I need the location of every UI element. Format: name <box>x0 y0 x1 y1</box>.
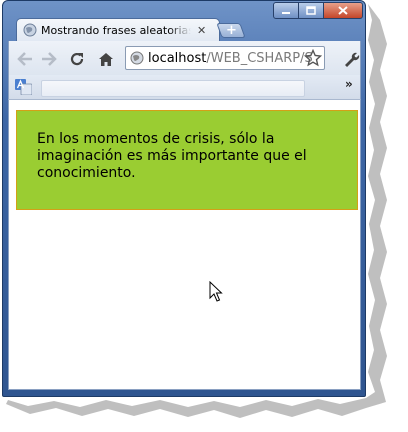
bookmarks-overflow-button[interactable]: » <box>345 77 353 91</box>
browser-window: Mostrando frases aleatorias con ✕ + loca… <box>2 0 366 397</box>
settings-button[interactable] <box>341 49 361 69</box>
new-tab-button[interactable]: + <box>216 23 246 38</box>
close-icon <box>338 6 348 15</box>
wrench-icon <box>345 52 360 67</box>
maximize-icon <box>306 6 316 15</box>
url-text: localhost/WEB_CSHARP/S <box>148 51 313 66</box>
forward-arrow-icon <box>42 52 57 66</box>
navigation-toolbar: localhost/WEB_CSHARP/S <box>8 41 361 75</box>
home-button[interactable] <box>96 49 116 69</box>
maximize-button[interactable] <box>298 2 324 19</box>
forward-button[interactable] <box>39 49 59 69</box>
globe-icon <box>23 23 37 37</box>
bookmark-item[interactable] <box>41 80 305 97</box>
title-bar: Mostrando frases aleatorias con ✕ + <box>3 1 365 41</box>
browser-tab[interactable]: Mostrando frases aleatorias con ✕ <box>16 18 220 41</box>
mouse-cursor-icon <box>209 281 223 302</box>
plus-icon: + <box>225 23 237 38</box>
bookmarks-bar: » <box>8 75 361 100</box>
home-icon <box>99 52 113 66</box>
random-quote-text: En los momentos de crisis, sólo la imagi… <box>37 131 307 181</box>
globe-icon <box>130 51 144 65</box>
reload-button[interactable] <box>67 49 87 69</box>
minimize-button[interactable] <box>273 2 299 19</box>
reload-icon <box>70 52 84 66</box>
star-icon[interactable] <box>304 49 322 67</box>
address-bar[interactable]: localhost/WEB_CSHARP/S <box>125 46 325 70</box>
url-path: /WEB_CSHARP/S <box>206 50 313 66</box>
minimize-icon <box>282 11 290 14</box>
page-content: En los momentos de crisis, sólo la imagi… <box>8 100 361 390</box>
back-button[interactable] <box>15 49 35 69</box>
close-window-button[interactable] <box>323 2 363 19</box>
quote-box: En los momentos de crisis, sólo la imagi… <box>16 110 358 210</box>
url-host: localhost <box>148 50 207 66</box>
back-arrow-icon <box>17 52 32 66</box>
translate-icon[interactable] <box>15 79 32 95</box>
tab-close-button[interactable]: ✕ <box>197 24 206 37</box>
tab-title: Mostrando frases aleatorias con <box>41 23 191 37</box>
